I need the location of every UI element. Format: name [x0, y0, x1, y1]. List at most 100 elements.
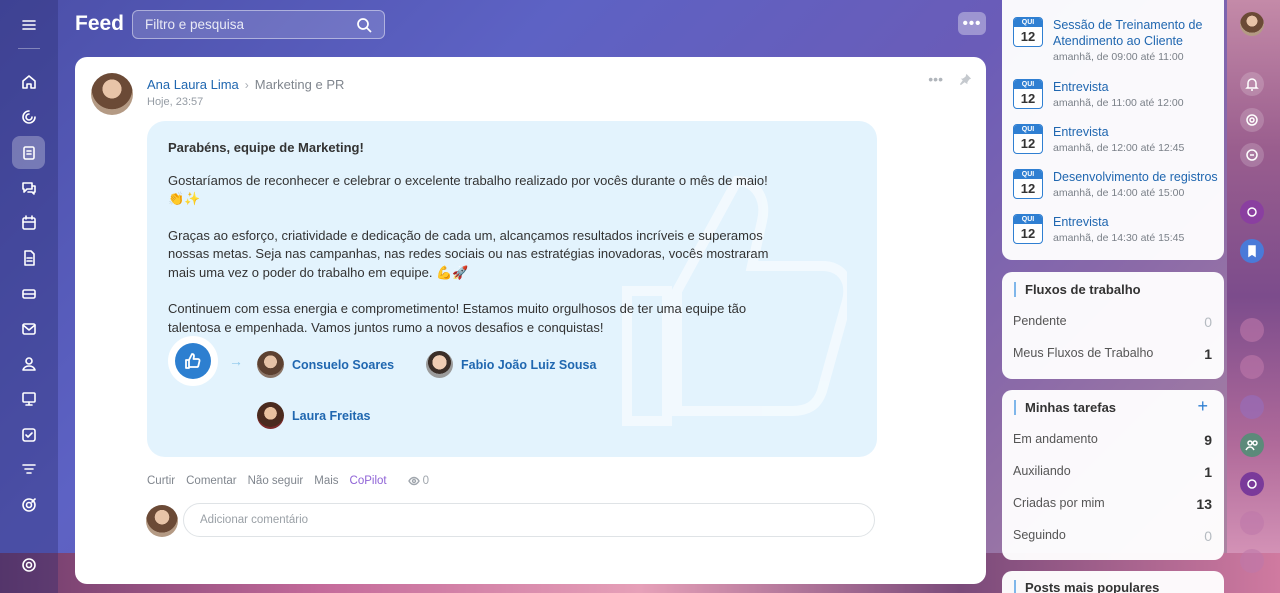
eye-icon [407, 476, 420, 486]
bookmark-icon[interactable] [1240, 239, 1264, 263]
event-title[interactable]: Sessão de Treinamento de Atendimento ao … [1053, 17, 1224, 49]
recipient-name[interactable]: Laura Freitas [292, 409, 371, 423]
post-destination[interactable]: Marketing e PR [255, 77, 345, 92]
workflow-row[interactable]: Pendente 0 [1013, 314, 1212, 330]
goals-icon[interactable] [12, 488, 45, 521]
search-box[interactable] [132, 10, 385, 39]
comment-input[interactable] [183, 503, 875, 537]
recipient-name[interactable]: Consuelo Soares [292, 358, 394, 372]
header-more-button[interactable]: ••• [958, 12, 986, 35]
event-item[interactable]: QUI 12 Sessão de Treinamento de Atendimen… [1013, 17, 1224, 63]
thumbs-up-icon [185, 353, 201, 369]
event-time: amanhã, de 14:30 até 15:45 [1053, 232, 1185, 244]
unfollow-link[interactable]: Não seguir [248, 475, 304, 487]
task-row[interactable]: Seguindo 0 [1013, 528, 1212, 544]
task-row[interactable]: Em andamento 9 [1013, 432, 1212, 448]
workflow-row[interactable]: Meus Fluxos de Trabalho 1 [1013, 346, 1212, 362]
contact-avatar[interactable] [1240, 318, 1264, 342]
post-actions: Curtir Comentar Não seguir Mais CoPilot … [147, 475, 429, 487]
views-value: 0 [422, 475, 430, 487]
documents-icon[interactable] [12, 241, 45, 274]
event-title[interactable]: Desenvolvimento de registros [1053, 169, 1218, 185]
like-link[interactable]: Curtir [147, 475, 175, 487]
message-paragraph: Graças ao esforço, criatividade e dedica… [168, 227, 769, 280]
event-title[interactable]: Entrevista [1053, 214, 1184, 230]
copilot-icon[interactable] [12, 100, 45, 133]
row-label: Meus Fluxos de Trabalho [1013, 346, 1154, 360]
contact-avatar[interactable] [1240, 511, 1264, 535]
comment-link[interactable]: Comentar [186, 475, 237, 487]
chat-icon[interactable] [12, 171, 45, 204]
page-title: Feed [75, 12, 125, 35]
home-icon[interactable] [12, 65, 45, 98]
add-task-button[interactable]: + [1197, 396, 1208, 417]
row-label: Em andamento [1013, 432, 1098, 446]
copilot-icon[interactable] [1240, 472, 1264, 496]
search-user-icon[interactable] [1240, 143, 1264, 167]
popular-posts-card: Posts mais populares [1002, 571, 1224, 593]
calendar-date-icon: QUI 12 [1013, 214, 1043, 244]
task-row[interactable]: Auxiliando 1 [1013, 464, 1212, 480]
author-name[interactable]: Ana Laura Lima [147, 77, 239, 92]
post-author-line: Ana Laura Lima › Marketing e PR [147, 77, 344, 92]
event-item[interactable]: QUI 12 Entrevista amanhã, de 12:00 até 12:… [1013, 124, 1184, 154]
recipient-name[interactable]: Fabio João Luiz Sousa [461, 358, 596, 372]
avatar [257, 402, 284, 429]
filter-icon[interactable] [12, 453, 45, 486]
user-avatar[interactable] [1240, 12, 1264, 36]
bell-icon[interactable] [1240, 72, 1264, 96]
copilot-chat-icon[interactable] [1240, 200, 1264, 224]
presentation-icon[interactable] [12, 382, 45, 415]
avatar [146, 505, 178, 537]
row-count: 0 [1204, 528, 1212, 544]
row-count: 0 [1204, 314, 1212, 330]
tasks-icon[interactable] [12, 418, 45, 451]
tasks-title[interactable]: Minhas tarefas [1014, 400, 1116, 415]
row-count: 1 [1204, 346, 1212, 362]
popular-posts-title[interactable]: Posts mais populares [1014, 580, 1159, 593]
task-row[interactable]: Criadas por mim 13 [1013, 496, 1212, 512]
message-box: Parabéns, equipe de Marketing! Gostaríam… [147, 121, 877, 457]
contact-avatar[interactable] [1240, 355, 1264, 379]
workflows-title[interactable]: Fluxos de trabalho [1014, 282, 1141, 297]
group-icon[interactable] [1240, 433, 1264, 457]
row-label: Auxiliando [1013, 464, 1071, 478]
event-time: amanhã, de 12:00 até 12:45 [1053, 142, 1185, 154]
search-icon[interactable] [356, 17, 372, 33]
calendar-date-icon: QUI 12 [1013, 79, 1043, 109]
pin-icon[interactable] [959, 73, 972, 86]
recipient[interactable]: Consuelo Soares [257, 351, 394, 378]
arrow-right-icon: → [229, 353, 243, 369]
settings-icon[interactable] [12, 548, 45, 581]
copilot-link[interactable]: CoPilot [350, 475, 387, 487]
event-time: amanhã, de 11:00 até 12:00 [1053, 97, 1184, 109]
event-item[interactable]: QUI 12 Entrevista amanhã, de 11:00 até 12:… [1013, 79, 1184, 109]
event-title[interactable]: Entrevista [1053, 124, 1184, 140]
calendar-date-icon: QUI 12 [1013, 17, 1043, 47]
event-item[interactable]: QUI 12 Desenvolvimento de registros amanhã… [1013, 169, 1218, 199]
workflows-card: Fluxos de trabalho Pendente 0 Meus Fluxo… [1002, 272, 1224, 379]
event-item[interactable]: QUI 12 Entrevista amanhã, de 14:30 até 15:… [1013, 214, 1184, 244]
row-count: 1 [1204, 464, 1212, 480]
recipient[interactable]: Fabio João Luiz Sousa [426, 351, 596, 378]
search-input[interactable] [145, 17, 335, 32]
more-link[interactable]: Mais [314, 475, 338, 487]
contact-avatar[interactable] [1240, 395, 1264, 419]
spiral-icon[interactable] [1240, 108, 1264, 132]
avatar [426, 351, 453, 378]
chevron-right-icon: › [244, 77, 249, 92]
calendar-icon[interactable] [12, 206, 45, 239]
author-avatar[interactable] [91, 73, 133, 115]
calendar-date-icon: QUI 12 [1013, 124, 1043, 154]
message-title: Parabéns, equipe de Marketing! [168, 140, 364, 155]
contact-avatar[interactable] [1240, 549, 1264, 573]
mail-icon[interactable] [12, 312, 45, 345]
contacts-icon[interactable] [12, 347, 45, 380]
drive-icon[interactable] [12, 277, 45, 310]
feed-icon[interactable] [12, 136, 45, 169]
menu-icon[interactable] [12, 8, 45, 41]
kudos-badge [168, 336, 218, 386]
event-title[interactable]: Entrevista [1053, 79, 1184, 95]
recipient[interactable]: Laura Freitas [257, 402, 371, 429]
post-menu-icon[interactable]: ••• [928, 71, 943, 87]
